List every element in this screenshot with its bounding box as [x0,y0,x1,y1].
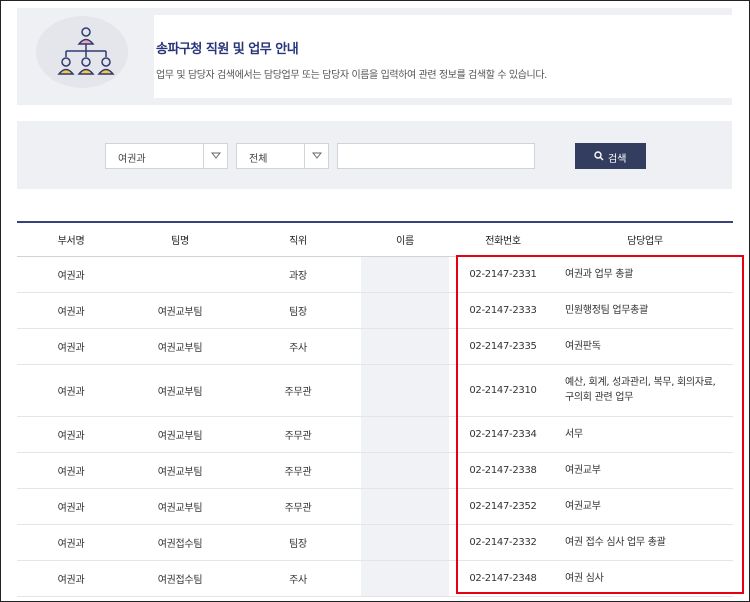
table-row: 여권과 여권교부팀 주무관 02-2147-2334 서무 [17,416,733,452]
name-cell-redacted [361,560,449,596]
team-cell: 여권접수팀 [157,574,203,586]
phone-cell: 02-2147-2335 [469,340,537,352]
phone-cell: 02-2147-2310 [469,384,537,396]
column-header: 이름 [396,235,414,247]
duty-cell: 여권 심사 [565,572,604,584]
team-select[interactable]: 전체 [236,143,329,169]
team-cell: 여권교부팀 [157,386,203,398]
position-cell: 주무관 [284,502,312,514]
duty-cell: 여권판독 [565,340,601,352]
keyword-input[interactable] [337,143,535,169]
chevron-down-icon [211,152,221,159]
position-cell: 팀장 [289,306,307,318]
phone-cell: 02-2147-2331 [469,268,537,280]
duty-cell: 예산, 회계, 성과관리, 복무, 회의자료, 구의회 관련 업무 [565,377,716,403]
position-cell: 주무관 [284,430,312,442]
phone-cell: 02-2147-2352 [469,500,537,512]
dept-cell: 여권과 [57,502,85,514]
name-cell-redacted [361,488,449,524]
duty-cell: 여권과 업무 총괄 [565,268,634,280]
org-chart-icon [57,27,115,75]
duty-cell: 서무 [565,428,583,440]
table-row: 여권과 여권교부팀 주무관 02-2147-2352 여권교부 [17,488,733,524]
name-cell-redacted [361,364,449,416]
column-header: 직위 [289,235,307,247]
phone-cell: 02-2147-2348 [469,572,537,584]
page-subtitle: 업무 및 담당자 검색에서는 담당업무 또는 담당자 이름을 입력하여 관련 정… [156,70,547,81]
name-cell-redacted [361,452,449,488]
table-row: 여권과 여권교부팀 주무관 02-2147-2338 여권교부 [17,452,733,488]
phone-cell: 02-2147-2333 [469,304,537,316]
dept-cell: 여권과 [57,386,85,398]
staff-table-wrapper: 부서명 팀명 직위 이름 전화번호 담당업무 여권과 과장 02-2147-23… [17,221,733,597]
chevron-down-icon [312,152,322,159]
team-cell: 여권교부팀 [157,466,203,478]
position-cell: 주사 [289,342,307,354]
column-header: 전화번호 [485,235,521,247]
position-cell: 과장 [289,270,307,282]
name-cell-redacted [361,416,449,452]
team-cell: 여권교부팀 [157,430,203,442]
team-cell: 여권교부팀 [157,306,203,318]
name-cell-redacted [361,256,449,292]
dept-cell: 여권과 [57,574,85,586]
phone-cell: 02-2147-2338 [469,464,537,476]
dept-cell: 여권과 [57,342,85,354]
position-cell: 주사 [289,574,307,586]
name-cell-redacted [361,328,449,364]
name-cell-redacted [361,524,449,560]
page-title: 송파구청 직원 및 업무 안내 [156,42,299,57]
team-cell: 여권교부팀 [157,502,203,514]
duty-cell: 여권 접수 심사 업무 총괄 [565,536,666,548]
department-select[interactable]: 여권과 [105,143,228,169]
dept-cell: 여권과 [57,270,85,282]
position-cell: 주무관 [284,386,312,398]
table-row: 여권과 여권교부팀 주사 02-2147-2335 여권판독 [17,328,733,364]
team-cell [125,256,235,292]
team-cell: 여권교부팀 [157,342,203,354]
dept-cell: 여권과 [57,306,85,318]
department-dropdown-arrow[interactable] [203,144,227,168]
position-cell: 주무관 [284,466,312,478]
table-row: 여권과 여권접수팀 주사 02-2147-2348 여권 심사 [17,560,733,596]
table-row: 여권과 과장 02-2147-2331 여권과 업무 총괄 [17,256,733,292]
duty-cell: 여권교부 [565,500,601,512]
name-cell-redacted [361,292,449,328]
duty-cell: 여권교부 [565,464,601,476]
position-cell: 팀장 [289,538,307,550]
column-header: 부서명 [57,235,85,247]
table-row: 여권과 여권접수팀 팀장 02-2147-2332 여권 접수 심사 업무 총괄 [17,524,733,560]
table-row: 여권과 여권교부팀 팀장 02-2147-2333 민원행정팀 업무총괄 [17,292,733,328]
dept-cell: 여권과 [57,430,85,442]
column-header: 담당업무 [627,235,663,247]
team-cell: 여권접수팀 [157,538,203,550]
phone-cell: 02-2147-2332 [469,536,537,548]
team-select-value: 전체 [249,154,268,165]
team-dropdown-arrow[interactable] [304,144,328,168]
dept-cell: 여권과 [57,538,85,550]
dept-cell: 여권과 [57,466,85,478]
table-row: 여권과 여권교부팀 주무관 02-2147-2310 예산, 회계, 성과관리,… [17,364,733,416]
phone-cell: 02-2147-2334 [469,428,537,440]
staff-table: 부서명 팀명 직위 이름 전화번호 담당업무 여권과 과장 02-2147-23… [17,221,733,597]
duty-cell: 민원행정팀 업무총괄 [565,304,648,316]
table-header-row: 부서명 팀명 직위 이름 전화번호 담당업무 [17,222,733,256]
column-header: 팀명 [171,235,189,247]
department-select-value: 여권과 [118,154,146,165]
search-icon [594,151,604,161]
search-button[interactable]: 검색 [575,143,646,169]
search-button-label: 검색 [608,154,627,165]
